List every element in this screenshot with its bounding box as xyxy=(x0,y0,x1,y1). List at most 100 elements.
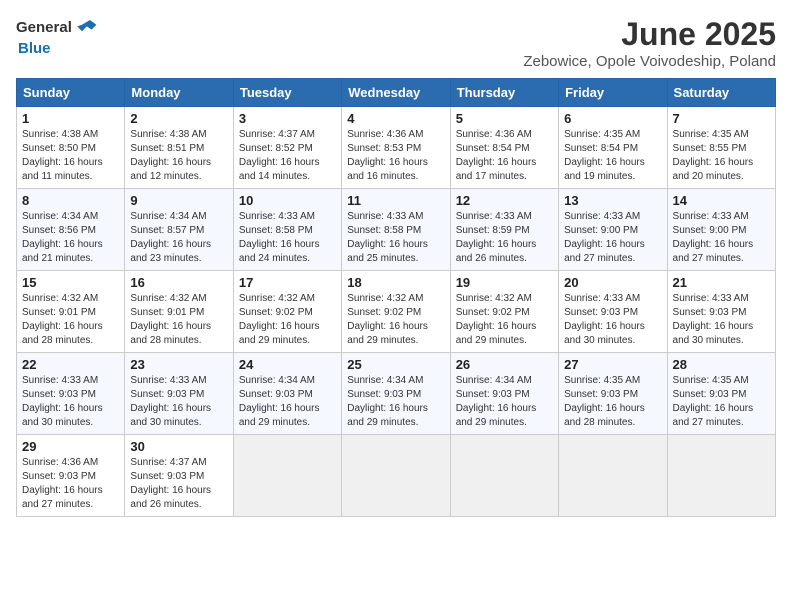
day-number: 28 xyxy=(673,357,770,372)
day-info: Sunrise: 4:32 AM Sunset: 9:01 PM Dayligh… xyxy=(22,292,119,348)
calendar-cell: 18 Sunrise: 4:32 AM Sunset: 9:02 PM Dayli… xyxy=(342,271,450,353)
location-subtitle: Zebowice, Opole Voivodeship, Poland xyxy=(523,53,776,70)
calendar-cell: 21 Sunrise: 4:33 AM Sunset: 9:03 PM Dayli… xyxy=(667,271,775,353)
calendar-cell: 13 Sunrise: 4:33 AM Sunset: 9:00 PM Dayli… xyxy=(559,189,667,271)
calendar-cell: 12 Sunrise: 4:33 AM Sunset: 8:59 PM Dayli… xyxy=(450,189,558,271)
calendar-table: SundayMondayTuesdayWednesdayThursdayFrid… xyxy=(16,78,776,517)
calendar-cell: 11 Sunrise: 4:33 AM Sunset: 8:58 PM Dayli… xyxy=(342,189,450,271)
logo-bird-icon xyxy=(74,16,98,40)
header: General Blue June 2025 Zebowice, Opole V… xyxy=(16,16,776,70)
calendar-cell: 27 Sunrise: 4:35 AM Sunset: 9:03 PM Dayli… xyxy=(559,353,667,435)
calendar-cell: 16 Sunrise: 4:32 AM Sunset: 9:01 PM Dayli… xyxy=(125,271,233,353)
day-info: Sunrise: 4:35 AM Sunset: 9:03 PM Dayligh… xyxy=(673,374,770,430)
day-info: Sunrise: 4:33 AM Sunset: 9:00 PM Dayligh… xyxy=(673,210,770,266)
calendar-cell: 15 Sunrise: 4:32 AM Sunset: 9:01 PM Dayli… xyxy=(17,271,125,353)
calendar-header-row: SundayMondayTuesdayWednesdayThursdayFrid… xyxy=(17,79,776,107)
day-number: 7 xyxy=(673,111,770,126)
day-info: Sunrise: 4:32 AM Sunset: 9:02 PM Dayligh… xyxy=(347,292,444,348)
calendar-cell: 6 Sunrise: 4:35 AM Sunset: 8:54 PM Daylig… xyxy=(559,107,667,189)
day-info: Sunrise: 4:34 AM Sunset: 9:03 PM Dayligh… xyxy=(239,374,336,430)
day-number: 20 xyxy=(564,275,661,290)
calendar-cell: 25 Sunrise: 4:34 AM Sunset: 9:03 PM Dayli… xyxy=(342,353,450,435)
calendar-cell: 5 Sunrise: 4:36 AM Sunset: 8:54 PM Daylig… xyxy=(450,107,558,189)
day-info: Sunrise: 4:34 AM Sunset: 8:57 PM Dayligh… xyxy=(130,210,227,266)
day-number: 24 xyxy=(239,357,336,372)
day-number: 29 xyxy=(22,439,119,454)
calendar-cell: 10 Sunrise: 4:33 AM Sunset: 8:58 PM Dayli… xyxy=(233,189,341,271)
day-info: Sunrise: 4:36 AM Sunset: 9:03 PM Dayligh… xyxy=(22,456,119,512)
calendar-cell: 30Sunrise: 4:37 AM Sunset: 9:03 PM Dayli… xyxy=(125,435,233,517)
logo-general: General xyxy=(16,19,72,36)
day-number: 8 xyxy=(22,193,119,208)
calendar-cell: 4 Sunrise: 4:36 AM Sunset: 8:53 PM Daylig… xyxy=(342,107,450,189)
col-header-tuesday: Tuesday xyxy=(233,79,341,107)
day-info: Sunrise: 4:33 AM Sunset: 9:03 PM Dayligh… xyxy=(564,292,661,348)
calendar-cell xyxy=(667,435,775,517)
day-info: Sunrise: 4:35 AM Sunset: 8:54 PM Dayligh… xyxy=(564,128,661,184)
day-info: Sunrise: 4:34 AM Sunset: 9:03 PM Dayligh… xyxy=(456,374,553,430)
calendar-cell: 8 Sunrise: 4:34 AM Sunset: 8:56 PM Daylig… xyxy=(17,189,125,271)
calendar-cell: 9 Sunrise: 4:34 AM Sunset: 8:57 PM Daylig… xyxy=(125,189,233,271)
day-info: Sunrise: 4:33 AM Sunset: 9:03 PM Dayligh… xyxy=(673,292,770,348)
day-info: Sunrise: 4:32 AM Sunset: 9:01 PM Dayligh… xyxy=(130,292,227,348)
calendar-cell xyxy=(559,435,667,517)
col-header-saturday: Saturday xyxy=(667,79,775,107)
day-info: Sunrise: 4:36 AM Sunset: 8:54 PM Dayligh… xyxy=(456,128,553,184)
day-info: Sunrise: 4:33 AM Sunset: 8:59 PM Dayligh… xyxy=(456,210,553,266)
day-info: Sunrise: 4:34 AM Sunset: 8:56 PM Dayligh… xyxy=(22,210,119,266)
calendar-week-row: 29 Sunrise: 4:36 AM Sunset: 9:03 PM Dayli… xyxy=(17,435,776,517)
day-info: Sunrise: 4:38 AM Sunset: 8:51 PM Dayligh… xyxy=(130,128,227,184)
day-number: 25 xyxy=(347,357,444,372)
calendar-cell: 22Sunrise: 4:33 AM Sunset: 9:03 PM Dayli… xyxy=(17,353,125,435)
day-number: 6 xyxy=(564,111,661,126)
day-number: 13 xyxy=(564,193,661,208)
calendar-cell: 28 Sunrise: 4:35 AM Sunset: 9:03 PM Dayli… xyxy=(667,353,775,435)
calendar-cell: 23Sunrise: 4:33 AM Sunset: 9:03 PM Dayli… xyxy=(125,353,233,435)
day-info: Sunrise: 4:35 AM Sunset: 8:55 PM Dayligh… xyxy=(673,128,770,184)
day-number: 2 xyxy=(130,111,227,126)
col-header-thursday: Thursday xyxy=(450,79,558,107)
col-header-sunday: Sunday xyxy=(17,79,125,107)
day-info: Sunrise: 4:32 AM Sunset: 9:02 PM Dayligh… xyxy=(456,292,553,348)
logo-text: General Blue xyxy=(16,16,100,58)
day-info: Sunrise: 4:36 AM Sunset: 8:53 PM Dayligh… xyxy=(347,128,444,184)
title-area: June 2025 Zebowice, Opole Voivodeship, P… xyxy=(523,16,776,70)
logo: General Blue xyxy=(16,16,100,58)
day-number: 11 xyxy=(347,193,444,208)
day-number: 19 xyxy=(456,275,553,290)
calendar-cell: 14 Sunrise: 4:33 AM Sunset: 9:00 PM Dayli… xyxy=(667,189,775,271)
day-number: 12 xyxy=(456,193,553,208)
day-number: 14 xyxy=(673,193,770,208)
day-number: 18 xyxy=(347,275,444,290)
day-number: 9 xyxy=(130,193,227,208)
day-number: 4 xyxy=(347,111,444,126)
day-number: 16 xyxy=(130,275,227,290)
day-number: 10 xyxy=(239,193,336,208)
calendar-cell: 20 Sunrise: 4:33 AM Sunset: 9:03 PM Dayli… xyxy=(559,271,667,353)
day-info: Sunrise: 4:32 AM Sunset: 9:02 PM Dayligh… xyxy=(239,292,336,348)
calendar-cell: 29 Sunrise: 4:36 AM Sunset: 9:03 PM Dayli… xyxy=(17,435,125,517)
calendar-cell xyxy=(450,435,558,517)
day-number: 5 xyxy=(456,111,553,126)
calendar-week-row: 15 Sunrise: 4:32 AM Sunset: 9:01 PM Dayli… xyxy=(17,271,776,353)
day-info: Sunrise: 4:38 AM Sunset: 8:50 PM Dayligh… xyxy=(22,128,119,184)
day-number: 15 xyxy=(22,275,119,290)
calendar-week-row: 8 Sunrise: 4:34 AM Sunset: 8:56 PM Daylig… xyxy=(17,189,776,271)
day-number: 21 xyxy=(673,275,770,290)
day-number: 27 xyxy=(564,357,661,372)
month-title: June 2025 xyxy=(523,16,776,53)
calendar-cell: 7 Sunrise: 4:35 AM Sunset: 8:55 PM Daylig… xyxy=(667,107,775,189)
day-info: Sunrise: 4:34 AM Sunset: 9:03 PM Dayligh… xyxy=(347,374,444,430)
day-info: Sunrise: 4:33 AM Sunset: 8:58 PM Dayligh… xyxy=(347,210,444,266)
logo-blue: Blue xyxy=(18,40,51,57)
day-info: Sunrise: 4:33 AM Sunset: 9:00 PM Dayligh… xyxy=(564,210,661,266)
day-info: Sunrise: 4:35 AM Sunset: 9:03 PM Dayligh… xyxy=(564,374,661,430)
day-info: Sunrise: 4:33 AM Sunset: 9:03 PM Dayligh… xyxy=(22,374,119,430)
calendar-week-row: 1 Sunrise: 4:38 AM Sunset: 8:50 PM Daylig… xyxy=(17,107,776,189)
day-info: Sunrise: 4:33 AM Sunset: 8:58 PM Dayligh… xyxy=(239,210,336,266)
col-header-wednesday: Wednesday xyxy=(342,79,450,107)
day-number: 1 xyxy=(22,111,119,126)
calendar-cell: 19 Sunrise: 4:32 AM Sunset: 9:02 PM Dayli… xyxy=(450,271,558,353)
col-header-monday: Monday xyxy=(125,79,233,107)
day-info: Sunrise: 4:33 AM Sunset: 9:03 PM Dayligh… xyxy=(130,374,227,430)
